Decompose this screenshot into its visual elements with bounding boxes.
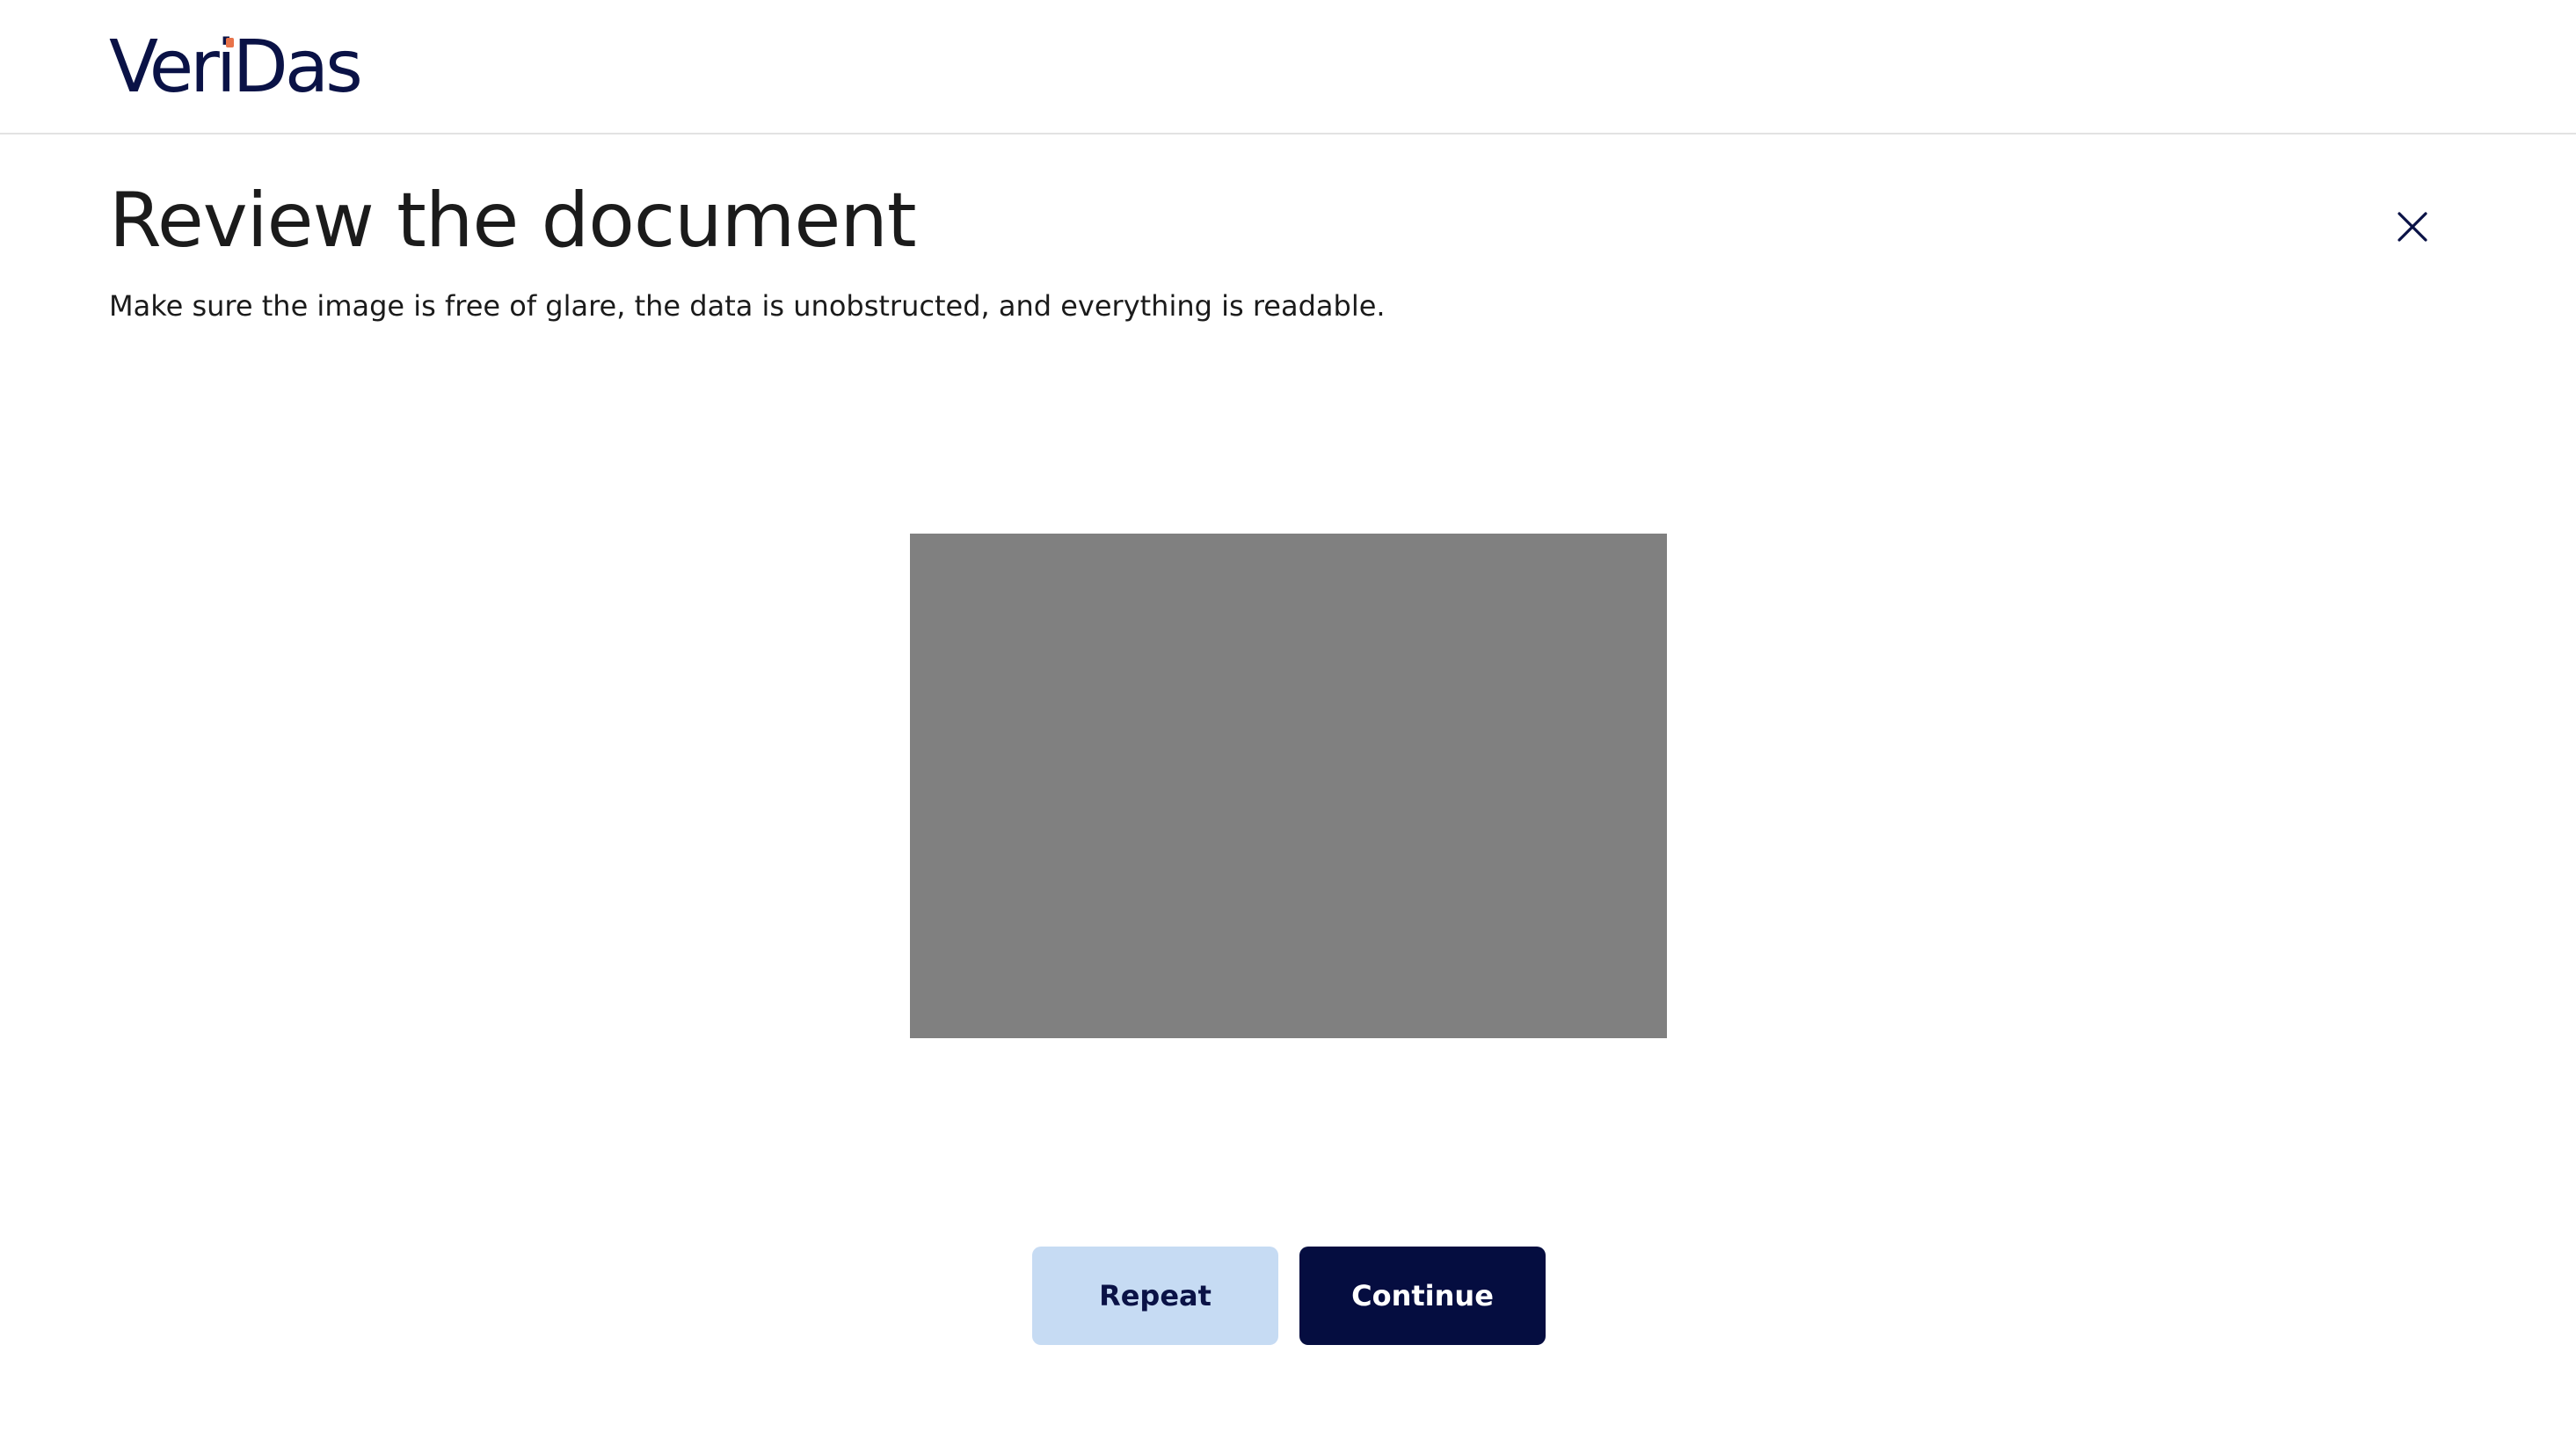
logo-accent-dot xyxy=(226,38,234,47)
page: VeriDas Review the document Make sure th… xyxy=(0,0,2576,1454)
close-button[interactable] xyxy=(2388,202,2437,251)
page-title: Review the document xyxy=(109,177,917,265)
logo-text: VeriDas xyxy=(109,25,363,109)
continue-button[interactable]: Continue xyxy=(1299,1247,1546,1345)
header: VeriDas xyxy=(0,0,2576,134)
veridas-logo: VeriDas xyxy=(109,25,363,109)
close-icon xyxy=(2398,212,2427,242)
document-preview-image xyxy=(910,534,1667,1038)
repeat-button[interactable]: Repeat xyxy=(1032,1247,1278,1345)
page-subtitle: Make sure the image is free of glare, th… xyxy=(109,289,1386,323)
